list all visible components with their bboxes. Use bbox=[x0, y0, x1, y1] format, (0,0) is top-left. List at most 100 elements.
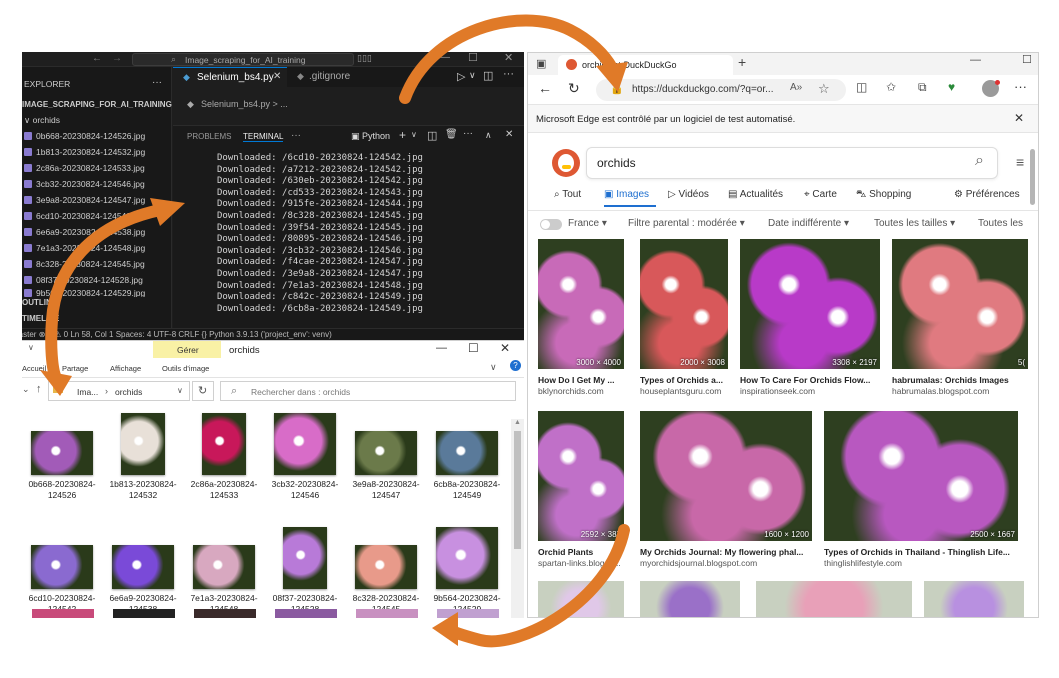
close-icon[interactable]: ✕ bbox=[504, 52, 513, 64]
result-source[interactable]: thinglishlifestyle.com bbox=[824, 558, 902, 568]
file-item[interactable]: 9b564-20230824-124529.jpg bbox=[24, 289, 170, 297]
result-source[interactable]: inspirationseek.com bbox=[740, 386, 815, 396]
chevron-down-icon[interactable]: ∨ bbox=[469, 70, 476, 81]
image-result[interactable]: 3308 × 2197 bbox=[740, 239, 880, 369]
more-icon[interactable]: ··· bbox=[152, 77, 162, 88]
file-item[interactable]: 2c86a-20230824-124533.jpg bbox=[24, 161, 170, 176]
filter-date[interactable]: Date indifférente ▾ bbox=[768, 218, 849, 229]
filter-safe-search[interactable]: Filtre parental : modérée ▾ bbox=[628, 218, 745, 229]
search-nav-videos[interactable]: ▷ Vidéos bbox=[668, 189, 709, 200]
result-title[interactable]: My Orchids Journal: My flowering phal... bbox=[640, 547, 803, 557]
page-scrollbar-thumb[interactable] bbox=[1030, 149, 1035, 205]
timeline-section[interactable]: TIMELINE bbox=[22, 314, 59, 323]
search-nav-maps[interactable]: ⌖ Carte bbox=[804, 189, 837, 200]
file-thumbnail-item[interactable]: 08f37-20230824-124528 bbox=[267, 527, 343, 615]
tab-selenium-bs4[interactable]: ◆ Selenium_bs4.py ✕ bbox=[173, 67, 287, 87]
split-screen-icon[interactable]: ◫ bbox=[856, 80, 867, 94]
terminal-shell-label[interactable]: ▣ Python bbox=[351, 131, 390, 142]
extension-icon[interactable]: ♥ bbox=[948, 80, 955, 94]
up-arrow-icon[interactable]: ↑ bbox=[36, 383, 42, 395]
result-title[interactable]: Types of Orchids a... bbox=[640, 375, 723, 385]
search-nav-images[interactable]: ▣ Images bbox=[604, 189, 649, 200]
tab-terminal[interactable]: TERMINAL bbox=[243, 132, 284, 142]
terminal-panel[interactable]: PROBLEMS TERMINAL ··· ▣ Python + ∨ ◫ 🗑 ·… bbox=[173, 125, 524, 328]
run-icon[interactable]: ▷ bbox=[457, 70, 465, 83]
chevron-down-icon[interactable]: ⌄ bbox=[22, 384, 30, 395]
image-result[interactable] bbox=[756, 581, 912, 617]
search-box[interactable]: orchids ⌕ bbox=[586, 147, 998, 179]
result-source[interactable]: bklynorchids.com bbox=[538, 386, 604, 396]
image-thumbnail[interactable] bbox=[32, 609, 94, 618]
image-result[interactable] bbox=[924, 581, 1024, 617]
split-editor-icon[interactable]: ◫ bbox=[483, 69, 493, 82]
duckduckgo-logo[interactable] bbox=[552, 149, 580, 177]
image-thumbnail[interactable] bbox=[437, 609, 499, 618]
ribbon-tab-partage[interactable]: Partage bbox=[62, 364, 88, 373]
minimize-icon[interactable]: — bbox=[440, 52, 450, 63]
file-thumbnail-item[interactable]: 6cb8a-20230824-124549 bbox=[429, 413, 505, 501]
image-thumbnail[interactable] bbox=[194, 609, 256, 618]
trash-icon[interactable]: 🗑 bbox=[445, 129, 458, 140]
ribbon-tab-outils[interactable]: Outils d'image bbox=[162, 364, 209, 373]
search-query[interactable]: orchids bbox=[597, 156, 636, 170]
close-tab-icon[interactable]: ✕ bbox=[273, 71, 281, 82]
chevron-down-icon[interactable]: ∨ bbox=[28, 343, 34, 352]
image-thumbnail[interactable] bbox=[356, 609, 418, 618]
file-thumbnail-item[interactable]: 1b813-20230824-124532 bbox=[105, 413, 181, 501]
more-actions-icon[interactable]: ··· bbox=[503, 68, 514, 80]
new-tab-icon[interactable]: + bbox=[738, 54, 746, 70]
breadcrumb[interactable]: Selenium_bs4.py > ... bbox=[201, 99, 288, 109]
layout-icon[interactable]: ▯▯▯ bbox=[357, 53, 372, 64]
chevron-down-icon[interactable]: ∨ bbox=[490, 362, 497, 373]
path-root[interactable]: Ima... bbox=[77, 387, 98, 397]
path-folder[interactable]: orchids bbox=[115, 387, 142, 397]
file-item[interactable]: 3e9a8-20230824-124547.jpg bbox=[24, 193, 170, 208]
url-text[interactable]: https://duckduckgo.com/?q=or... bbox=[632, 84, 773, 95]
address-bar[interactable]: Ima... › orchids ∨ bbox=[48, 381, 190, 401]
filter-size[interactable]: Toutes les tailles ▾ bbox=[874, 218, 955, 229]
search-nav-preferences[interactable]: ⚙ Préférences bbox=[954, 189, 1020, 200]
maximize-panel-icon[interactable]: ∧ bbox=[485, 130, 492, 141]
scrollbar-thumb[interactable] bbox=[514, 431, 521, 549]
search-icon[interactable]: ⌕ bbox=[975, 152, 984, 170]
result-title[interactable]: Orchid Plants bbox=[538, 547, 593, 557]
tab-gitignore[interactable]: ◆ .gitignore bbox=[291, 67, 371, 87]
tab-actions-icon[interactable]: ▣ bbox=[536, 57, 546, 70]
url-bar[interactable]: 🔒 https://duckduckgo.com/?q=or... A» ☆ bbox=[596, 79, 846, 101]
forward-arrow-icon[interactable]: → bbox=[112, 53, 122, 64]
result-source[interactable]: spartan-links.blogsp... bbox=[538, 558, 621, 568]
image-result[interactable]: 5( bbox=[892, 239, 1028, 369]
image-result[interactable] bbox=[640, 581, 740, 617]
minimize-icon[interactable]: — bbox=[436, 342, 447, 354]
file-thumbnail-item[interactable]: 9b564-20230824-124529 bbox=[429, 527, 505, 615]
status-text[interactable]: master ⊗ 0 ⚠ 0 Ln 58, Col 1 Spaces: 4 UT… bbox=[22, 329, 332, 340]
refresh-icon[interactable]: ↻ bbox=[568, 80, 580, 97]
image-result[interactable]: 2592 × 387 bbox=[538, 411, 624, 541]
file-thumbnail-item[interactable]: 6e6a9-20230824-124538 bbox=[105, 527, 181, 615]
tab-problems[interactable]: PROBLEMS bbox=[187, 132, 231, 141]
scroll-up-icon[interactable]: ▲ bbox=[514, 419, 521, 426]
image-result[interactable]: 1600 × 1200 bbox=[640, 411, 812, 541]
favorite-star-icon[interactable]: ☆ bbox=[818, 81, 830, 97]
file-thumbnail-item[interactable]: 7e1a3-20230824-124548 bbox=[186, 527, 262, 615]
result-title[interactable]: How To Care For Orchids Flow... bbox=[740, 375, 870, 385]
help-icon[interactable]: ? bbox=[510, 360, 521, 371]
file-thumbnail-item[interactable]: 8c328-20230824-124545 bbox=[348, 527, 424, 615]
read-aloud-icon[interactable]: A» bbox=[790, 82, 802, 93]
project-title[interactable]: IMAGE_SCRAPING_FOR_AI_TRAINING bbox=[22, 100, 172, 109]
split-terminal-icon[interactable]: ◫ bbox=[427, 129, 437, 142]
file-item[interactable]: 08f37-20230824-124528.jpg bbox=[24, 273, 170, 288]
image-thumbnail[interactable] bbox=[113, 609, 175, 618]
file-thumbnail-item[interactable]: 3cb32-20230824-124546 bbox=[267, 413, 343, 501]
image-result[interactable]: 2000 × 3008 bbox=[640, 239, 728, 369]
folder-orchids[interactable]: ∨ orchids bbox=[24, 115, 60, 126]
result-title[interactable]: How Do I Get My ... bbox=[538, 375, 615, 385]
file-thumbnail-item[interactable]: 2c86a-20230824-124533 bbox=[186, 413, 262, 501]
command-center-search[interactable]: ⌕ Image_scraping_for_AI_training bbox=[132, 53, 354, 66]
file-thumbnail-item[interactable]: 3e9a8-20230824-124547 bbox=[348, 413, 424, 501]
image-result[interactable] bbox=[538, 581, 624, 617]
region-toggle[interactable] bbox=[540, 219, 562, 230]
chevron-down-icon[interactable]: ∨ bbox=[177, 386, 183, 395]
scrollbar[interactable]: ▲ bbox=[511, 419, 524, 618]
close-panel-icon[interactable]: ✕ bbox=[505, 129, 513, 140]
